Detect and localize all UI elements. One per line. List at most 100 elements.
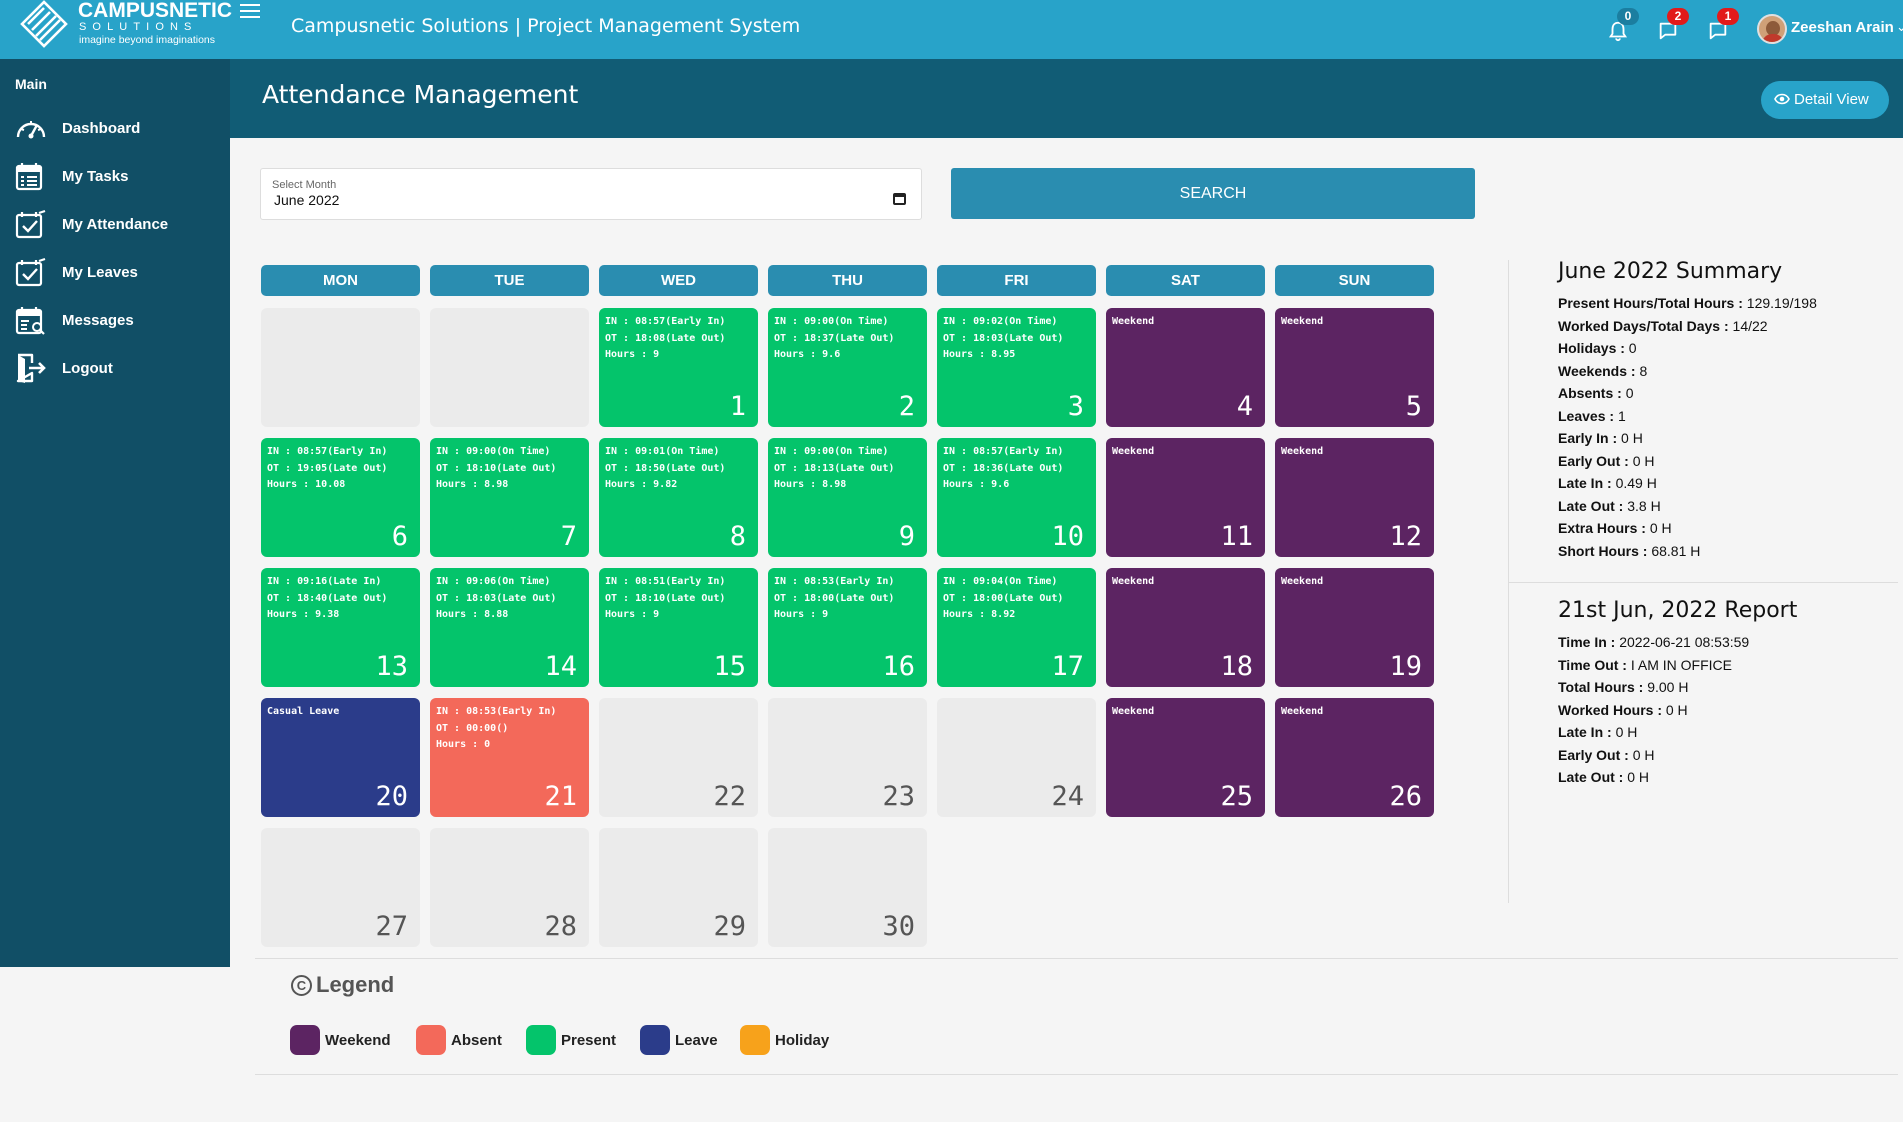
notifications-button[interactable]: 0 [1605, 8, 1639, 44]
summary-row-label: Early In : [1558, 430, 1618, 446]
calendar-day-cell[interactable]: IN : 09:00(On Time) OT : 18:13(Late Out)… [768, 438, 927, 557]
day-number: 1 [729, 391, 746, 422]
legend-divider-top [255, 958, 1898, 959]
calendar-check-icon [15, 209, 46, 239]
sidebar-item-logout[interactable]: Logout [15, 351, 230, 387]
day-attendance-info: IN : 09:16(Late In) OT : 18:40(Late Out)… [267, 576, 388, 620]
calendar-day-cell[interactable]: IN : 09:02(On Time) OT : 18:03(Late Out)… [937, 308, 1096, 427]
summary-row-value: 0 H [1649, 520, 1672, 536]
calendar-day-cell[interactable]: IN : 08:57(Early In) OT : 19:05(Late Out… [261, 438, 420, 557]
calendar-day-cell[interactable]: IN : 08:51(Early In) OT : 18:10(Late Out… [599, 568, 758, 687]
calendar-day-cell[interactable]: Weekend 18 [1106, 568, 1265, 687]
calendar-day-cell[interactable]: IN : 09:04(On Time) OT : 18:00(Late Out)… [937, 568, 1096, 687]
day-attendance-info: IN : 08:53(Early In) OT : 18:00(Late Out… [774, 576, 895, 620]
chat-button[interactable]: 1 [1705, 8, 1739, 44]
summary-row: Leaves : 1 [1558, 405, 1898, 428]
menu-toggle-icon[interactable] [240, 0, 262, 18]
sidebar-item-messages[interactable]: Messages [15, 303, 230, 339]
calendar-day-cell[interactable]: Weekend 26 [1275, 698, 1434, 817]
calendar-day-cell[interactable]: IN : 09:06(On Time) OT : 18:03(Late Out)… [430, 568, 589, 687]
summary-row: Absents : 0 [1558, 382, 1898, 405]
sidebar-item-my-tasks[interactable]: My Tasks [15, 159, 230, 195]
legend-title-text: Legend [316, 972, 395, 997]
calendar-icon[interactable] [893, 193, 906, 205]
day-number: 20 [375, 781, 408, 812]
calendar-day-cell[interactable]: 27 [261, 828, 420, 947]
day-number: 19 [1389, 651, 1422, 682]
day-header-fri: FRI [937, 265, 1096, 296]
day-header-sun: SUN [1275, 265, 1434, 296]
calendar-day-cell[interactable]: 29 [599, 828, 758, 947]
day-header-wed: WED [599, 265, 758, 296]
notification-count-badge: 0 [1617, 8, 1639, 25]
brand-logo[interactable]: CAMPUSNETIC SOLUTIONS imagine beyond ima… [18, 0, 232, 50]
sidebar-item-label: Messages [62, 312, 134, 329]
report-row-value: 2022-06-21 08:53:59 [1619, 634, 1750, 650]
sidebar-section-title: Main [15, 76, 47, 92]
calendar-day-cell[interactable]: IN : 09:00(On Time) OT : 18:10(Late Out)… [430, 438, 589, 557]
sidebar-item-dashboard[interactable]: Dashboard [15, 111, 230, 147]
day-attendance-info: IN : 09:01(On Time) OT : 18:50(Late Out)… [605, 446, 726, 490]
summary-row-value: 68.81 H [1651, 542, 1701, 559]
chevron-down-icon: ⌄ [1896, 20, 1903, 35]
day-header-mon: MON [261, 265, 420, 296]
report-row-label: Early Out : [1558, 746, 1629, 763]
calendar-day-cell[interactable]: Weekend 12 [1275, 438, 1434, 557]
calendar-day-cell[interactable]: Casual Leave 20 [261, 698, 420, 817]
calendar-day-cell[interactable]: IN : 08:53(Early In) OT : 00:00() Hours … [430, 698, 589, 817]
calendar-day-cell[interactable]: IN : 09:00(On Time) OT : 18:37(Late Out)… [768, 308, 927, 427]
report-row-label: Total Hours : [1558, 679, 1644, 695]
report-row-label: Worked Hours : [1558, 701, 1662, 718]
calendar-day-cell[interactable]: Weekend 11 [1106, 438, 1265, 557]
day-number: 4 [1236, 391, 1253, 422]
sidebar: Main Dashboard My Tasks My Attendance My… [0, 59, 230, 967]
calendar-day-cell[interactable]: Weekend 19 [1275, 568, 1434, 687]
calendar-day-cell[interactable]: Weekend 25 [1106, 698, 1265, 817]
report-divider [1508, 582, 1898, 583]
legend-label: Holiday [775, 1032, 830, 1049]
calendar-day-cell[interactable]: 24 [937, 698, 1096, 817]
summary-row-value: 1 [1617, 407, 1626, 424]
calendar-day-cell[interactable]: IN : 09:16(Late In) OT : 18:40(Late Out)… [261, 568, 420, 687]
summary-row-value: 0 H [1621, 430, 1643, 446]
calendar-day-cell[interactable]: IN : 08:53(Early In) OT : 18:00(Late Out… [768, 568, 927, 687]
legend-swatch [526, 1025, 556, 1055]
calendar-day-cell[interactable]: Weekend 4 [1106, 308, 1265, 427]
day-number: 14 [544, 651, 577, 682]
day-attendance-info: Weekend [1112, 316, 1155, 327]
calendar-day-cell[interactable]: 30 [768, 828, 927, 947]
legend-label: Weekend [325, 1032, 391, 1049]
day-number: 16 [882, 651, 915, 682]
messages-button[interactable]: 2 [1655, 8, 1689, 44]
calendar-day-cell[interactable]: 23 [768, 698, 927, 817]
month-select-input[interactable]: Select Month June 2022 [260, 168, 922, 220]
user-name: Zeeshan Arain [1791, 19, 1894, 36]
search-button[interactable]: SEARCH [951, 168, 1475, 219]
day-attendance-info: IN : 09:00(On Time) OT : 18:37(Late Out)… [774, 316, 895, 360]
summary-row-value: 129.19/198 [1746, 295, 1817, 311]
calendar-day-cell[interactable]: IN : 09:01(On Time) OT : 18:50(Late Out)… [599, 438, 758, 557]
summary-row: Present Hours/Total Hours : 129.19/198 [1558, 292, 1898, 315]
report-row-value: 0 H [1665, 701, 1688, 718]
summary-row-label: Worked Days/Total Days : [1558, 317, 1729, 334]
day-attendance-info: IN : 09:00(On Time) OT : 18:10(Late Out)… [436, 446, 557, 490]
report-title: 21st Jun, 2022 Report [1558, 598, 1798, 623]
calendar-day-cell[interactable]: IN : 08:57(Early In) OT : 18:08(Late Out… [599, 308, 758, 427]
sidebar-item-label: Logout [62, 360, 113, 377]
day-number: 10 [1051, 521, 1084, 552]
sidebar-item-my-attendance[interactable]: My Attendance [15, 207, 230, 243]
sidebar-item-my-leaves[interactable]: My Leaves [15, 255, 230, 291]
summary-row-value: 0 [1625, 385, 1634, 401]
day-number: 2 [898, 391, 915, 422]
calendar-day-cell[interactable]: IN : 08:57(Early In) OT : 18:36(Late Out… [937, 438, 1096, 557]
day-attendance-info: Weekend [1281, 576, 1324, 587]
logo-mark-icon [20, 0, 68, 48]
day-attendance-info: IN : 09:00(On Time) OT : 18:13(Late Out)… [774, 446, 895, 490]
calendar-day-cell[interactable]: 22 [599, 698, 758, 817]
summary-row: Worked Days/Total Days : 14/22 [1558, 315, 1898, 338]
calendar-day-cell[interactable]: 28 [430, 828, 589, 947]
calendar-day-cell[interactable]: Weekend 5 [1275, 308, 1434, 427]
detail-view-button[interactable]: Detail View [1761, 81, 1889, 119]
day-number: 15 [713, 651, 746, 682]
day-attendance-info: Weekend [1281, 446, 1324, 457]
